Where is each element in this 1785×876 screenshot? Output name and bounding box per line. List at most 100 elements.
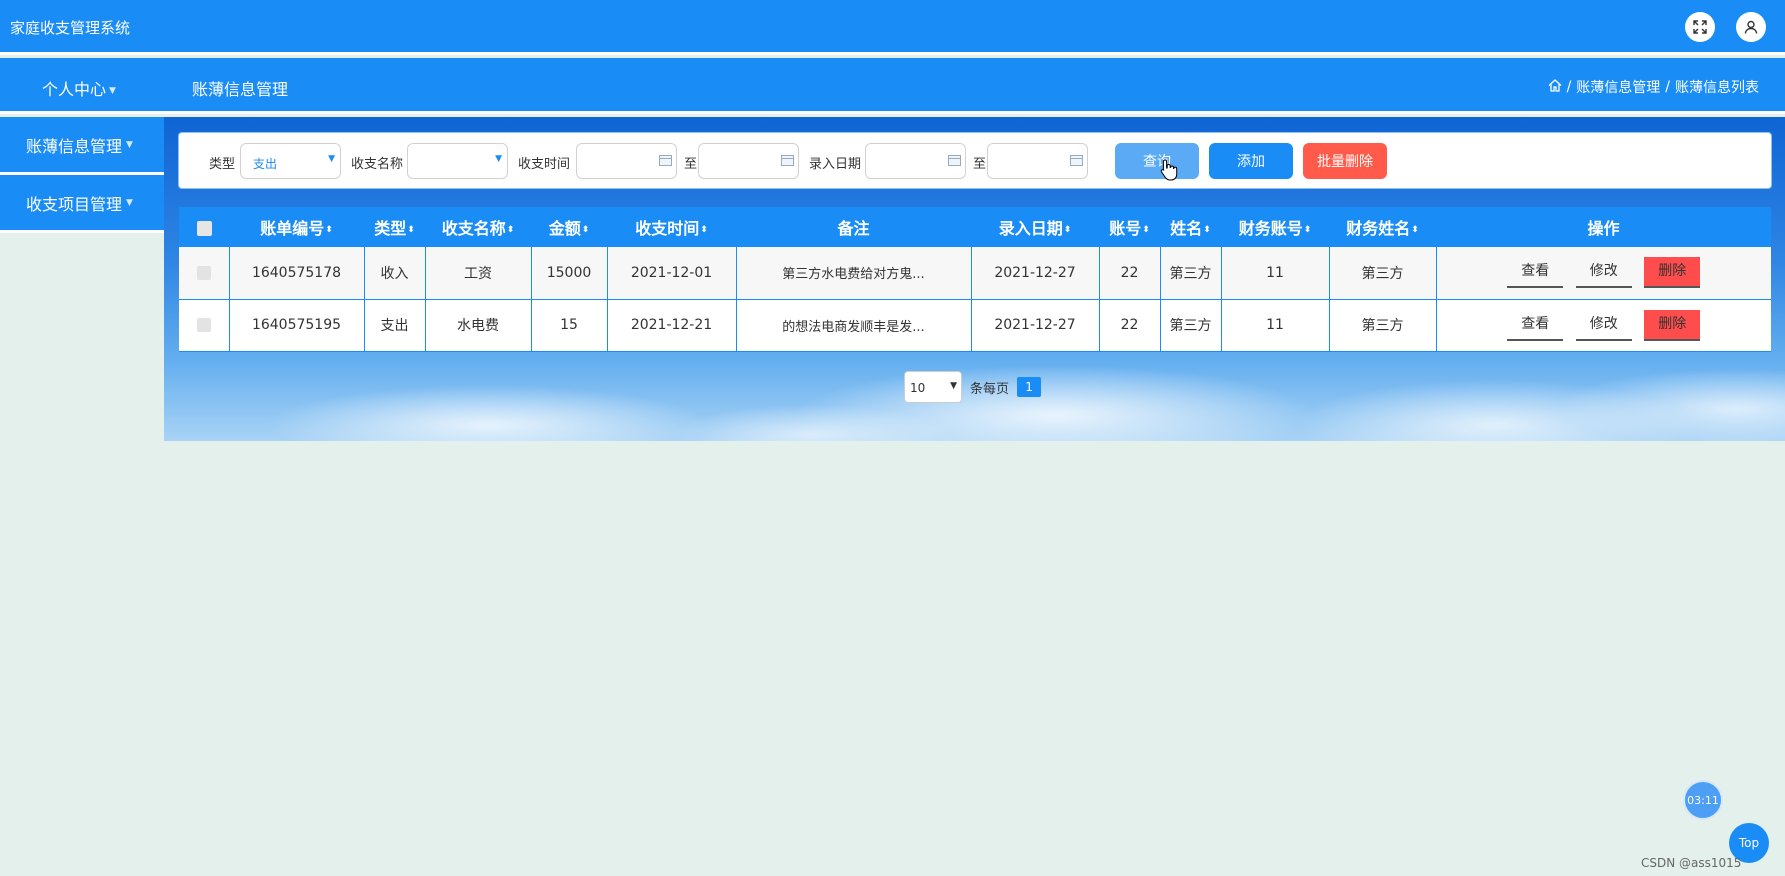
page-size-value: 10 — [910, 381, 926, 395]
hand-cursor-icon — [1160, 159, 1178, 181]
row-checkbox[interactable] — [196, 318, 211, 332]
breadcrumb-separator: / — [1566, 79, 1572, 95]
select-all-checkbox[interactable] — [196, 220, 212, 236]
main-content: 类型 支出 ▼ 收支名称 ▼ 收支时间 至 录入日期 至 查询 添加 批量删除 — [164, 117, 1785, 441]
table-cell: 第三方 — [1329, 247, 1437, 300]
sort-icon[interactable]: ⬍ — [1064, 225, 1072, 235]
table-cell: 第三方 — [1160, 299, 1222, 352]
sort-icon[interactable]: ⬍ — [1142, 225, 1150, 235]
table-cell: 1640575178 — [229, 247, 365, 300]
delete-button[interactable]: 删除 — [1644, 257, 1701, 289]
calendar-icon — [659, 155, 672, 166]
page-number-current[interactable]: 1 — [1017, 377, 1042, 397]
sort-icon[interactable]: ⬍ — [1203, 225, 1211, 235]
table-cell: 第三方水电费给对方鬼... — [736, 247, 972, 300]
table-cell: 22 — [1099, 299, 1161, 352]
sidebar-item-income-expense[interactable]: 收支项目管理 ▼ — [0, 175, 164, 233]
sidebar: 账薄信息管理 ▼ 收支项目管理 ▼ — [0, 117, 164, 233]
column-header[interactable]: 金额⬍ — [531, 207, 607, 247]
column-header: 备注 — [837, 219, 870, 238]
chevron-down-icon: ▼ — [950, 381, 957, 391]
sidebar-item-ledger[interactable]: 账薄信息管理 ▼ — [0, 117, 164, 175]
sort-icon[interactable]: ⬍ — [507, 225, 515, 235]
type-select-value: 支出 — [253, 157, 278, 171]
column-header[interactable]: 财务账号⬍ — [1221, 207, 1329, 247]
app-title: 家庭收支管理系统 — [10, 19, 131, 37]
view-button[interactable]: 查看 — [1507, 310, 1564, 341]
table-cell: 11 — [1221, 247, 1330, 300]
table-cell: 2021-12-01 — [607, 247, 737, 300]
sort-icon[interactable]: ⬍ — [1411, 225, 1419, 235]
table-cell: 第三方 — [1329, 299, 1437, 352]
caret-down-icon: ▼ — [126, 197, 133, 208]
sort-icon[interactable]: ⬍ — [407, 225, 415, 235]
row-checkbox[interactable] — [196, 265, 211, 280]
delete-button[interactable]: 删除 — [1644, 309, 1701, 341]
sort-icon[interactable]: ⬍ — [700, 225, 708, 235]
page-size-select[interactable]: 10 ▼ — [904, 371, 962, 403]
per-page-label: 条每页 — [970, 381, 1010, 397]
table-cell: 11 — [1221, 299, 1330, 352]
table-cell: 1640575195 — [229, 299, 365, 352]
entry-end-date[interactable] — [987, 143, 1088, 179]
page-title: 账薄信息管理 — [192, 80, 289, 99]
type-label: 类型 — [209, 157, 236, 172]
edit-button[interactable]: 修改 — [1575, 310, 1632, 341]
name-select[interactable]: ▼ — [407, 143, 508, 179]
name-label: 收支名称 — [351, 157, 404, 172]
actions-cell: 查看 修改 删除 — [1436, 247, 1771, 300]
column-header[interactable]: 收支时间⬍ — [607, 207, 736, 247]
home-icon[interactable] — [1548, 78, 1562, 96]
sort-icon[interactable]: ⬍ — [582, 225, 590, 235]
column-header[interactable]: 录入日期⬍ — [971, 207, 1099, 247]
sidebar-item-label: 账薄信息管理 — [26, 136, 123, 156]
column-header[interactable]: 财务姓名⬍ — [1329, 207, 1436, 247]
query-button[interactable]: 查询 — [1115, 143, 1199, 179]
table-row: 1640575195 支出 水电费 15 2021-12-21 的想法电商发顺丰… — [179, 299, 1771, 352]
column-header[interactable]: 账单编号⬍ — [229, 207, 364, 247]
sort-icon[interactable]: ⬍ — [325, 225, 333, 235]
watermark: CSDN @ass1015 — [1641, 856, 1742, 870]
caret-down-icon: ▼ — [109, 85, 116, 96]
time-end-date[interactable] — [698, 143, 799, 179]
entry-date-label: 录入日期 — [809, 157, 862, 172]
edit-button[interactable]: 修改 — [1575, 257, 1632, 289]
table-row: 1640575178 收入 工资 15000 2021-12-01 第三方水电费… — [179, 247, 1771, 300]
table-cell: 支出 — [364, 299, 426, 352]
type-select[interactable]: 支出 ▼ — [240, 143, 341, 179]
entry-start-date[interactable] — [865, 143, 966, 179]
view-button[interactable]: 查看 — [1507, 257, 1564, 289]
table-cell: 第三方 — [1160, 247, 1222, 300]
user-icon[interactable] — [1736, 12, 1766, 42]
time-start-date[interactable] — [576, 143, 677, 179]
to-label: 至 — [973, 157, 987, 172]
column-header[interactable]: 姓名⬍ — [1160, 207, 1221, 247]
sidebar-item-label: 收支项目管理 — [26, 194, 123, 214]
calendar-icon — [1070, 155, 1083, 166]
sort-icon[interactable]: ⬍ — [1304, 225, 1312, 235]
add-button[interactable]: 添加 — [1209, 143, 1293, 179]
to-label: 至 — [684, 157, 698, 172]
search-panel: 类型 支出 ▼ 收支名称 ▼ 收支时间 至 录入日期 至 查询 添加 批量删除 — [178, 132, 1772, 189]
chevron-down-icon: ▼ — [328, 154, 335, 164]
calendar-icon — [781, 155, 794, 166]
pagination: 10 ▼ 条每页 1 — [904, 371, 1042, 403]
table-cell: 收入 — [364, 247, 426, 300]
column-header: 操作 — [1587, 219, 1620, 238]
column-header[interactable]: 账号⬍ — [1099, 207, 1160, 247]
column-header[interactable]: 收支名称⬍ — [425, 207, 531, 247]
breadcrumb-separator: / — [1665, 79, 1670, 95]
personal-center-label: 个人中心 — [42, 80, 107, 99]
table-cell: 2021-12-27 — [971, 299, 1100, 352]
table-cell: 的想法电商发顺丰是发... — [736, 299, 972, 352]
breadcrumb-item[interactable]: 账薄信息管理 — [1576, 77, 1660, 97]
personal-center-menu[interactable]: 个人中心 ▼ — [42, 76, 116, 100]
breadcrumb: / 账薄信息管理 / 账薄信息列表 — [1548, 77, 1759, 97]
ledger-table: 账单编号⬍ 类型⬍ 收支名称⬍ 金额⬍ 收支时间⬍ 备注 录入日期⬍ 账号⬍ 姓… — [179, 207, 1771, 352]
column-header[interactable]: 类型⬍ — [364, 207, 425, 247]
fullscreen-icon[interactable] — [1685, 12, 1715, 42]
table-cell: 2021-12-21 — [607, 299, 737, 352]
time-label: 收支时间 — [518, 157, 571, 172]
batch-delete-button[interactable]: 批量删除 — [1303, 143, 1387, 179]
top-header: 家庭收支管理系统 — [0, 0, 1785, 55]
